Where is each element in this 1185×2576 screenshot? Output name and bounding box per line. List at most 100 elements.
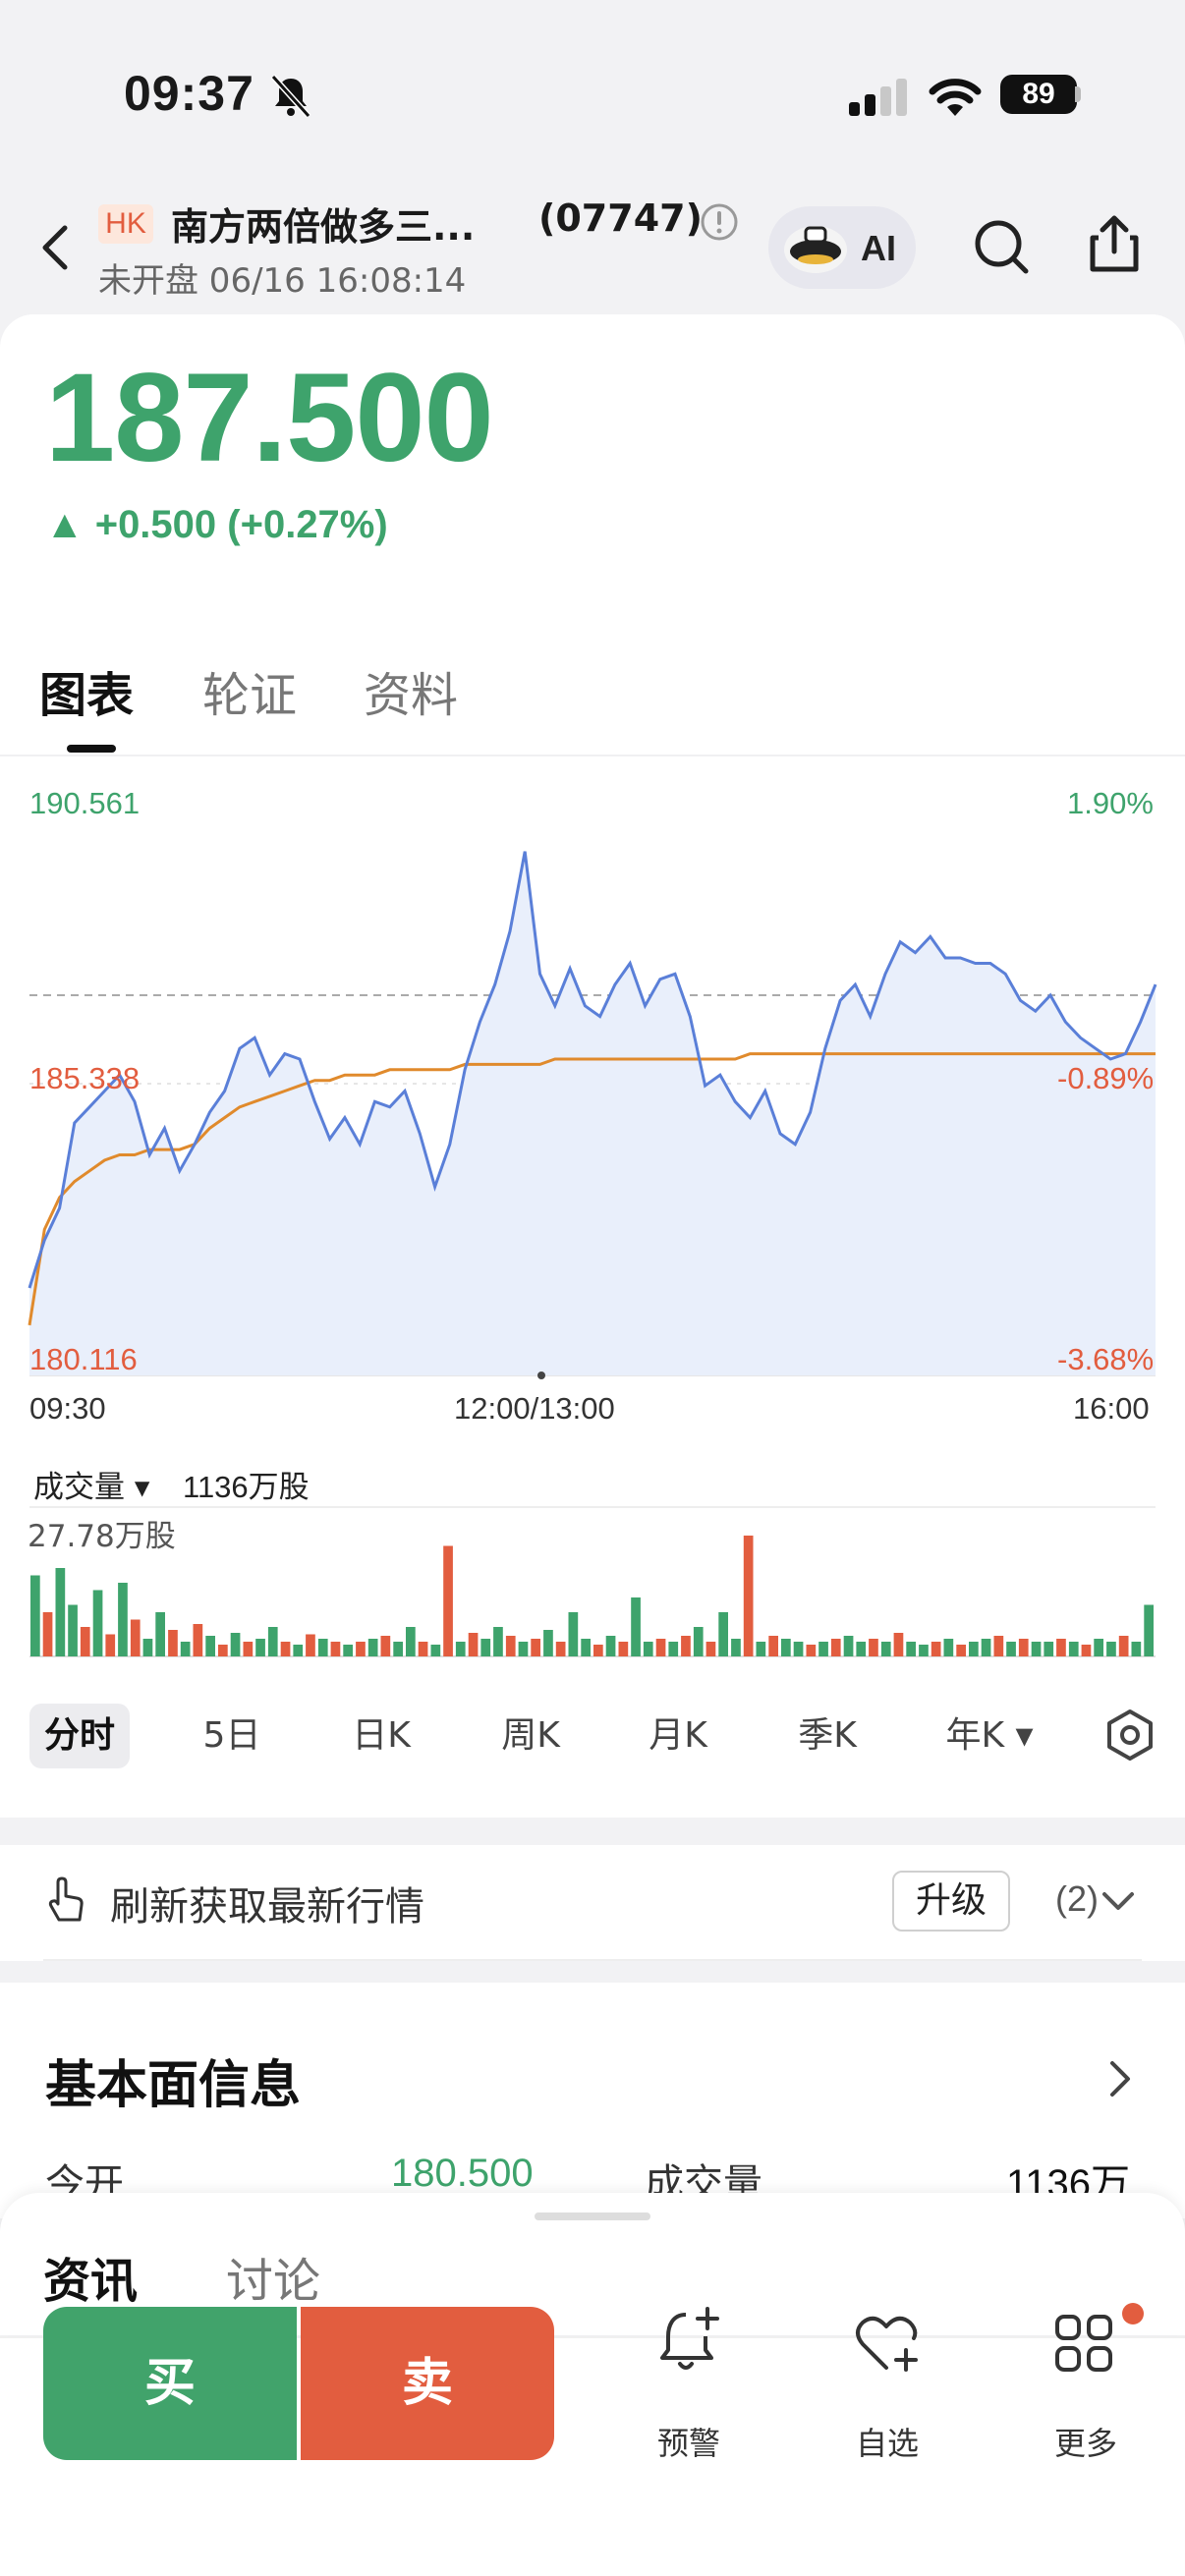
grid-more-icon [1055,2315,1112,2372]
volume-bar [243,1642,254,1656]
volume-bar [380,1636,391,1656]
volume-bar [55,1568,66,1656]
tab-chart[interactable]: 图表 [39,656,134,725]
period-5day[interactable]: 5日 [183,1704,281,1768]
volume-bar [880,1642,891,1656]
volume-bar [68,1604,78,1656]
volume-bar [1144,1604,1154,1656]
x-label-midday: 12:00/13:00 [454,1391,615,1426]
share-icon[interactable] [1085,212,1144,275]
volume-bar [818,1642,828,1656]
volume-bar [518,1642,529,1656]
stock-code: (07747) [538,196,703,240]
volume-bar [555,1642,566,1656]
volume-bar [693,1627,704,1656]
wifi-icon [929,79,982,116]
volume-bar [130,1619,141,1656]
volume-bar [643,1642,653,1656]
notice-count: (2) [1055,1878,1099,1919]
y-label-mid: 185.338 [29,1061,141,1095]
period-yearly[interactable]: 年K ▾ [928,1704,1051,1768]
volume-chart [29,1506,1156,1657]
volume-bar [1068,1642,1079,1656]
pct-label-mid: -0.89% [1057,1061,1155,1095]
tab-discussion[interactable]: 讨论 [226,2242,320,2311]
period-monthly[interactable]: 月K [629,1704,727,1768]
last-price: 187.500 [45,348,494,488]
volume-bar [581,1639,591,1656]
volume-max-label: 27.78万股 [28,1519,176,1554]
chevron-down-icon[interactable] [1100,1886,1136,1916]
battery-level: 89 [1000,75,1077,114]
volume-bar [919,1645,929,1656]
fundamentals-title[interactable]: 基本面信息 [45,2044,301,2117]
drag-handle[interactable] [535,2212,650,2220]
open-value: 180.500 [391,2152,534,2195]
price-change: ▲ +0.500 (+0.27%) [45,503,388,546]
volume-bar [931,1642,941,1656]
volume-bar [493,1627,503,1656]
tab-divider [0,755,1185,756]
volume-bar [568,1612,579,1656]
market-badge: HK [98,204,153,244]
buy-button[interactable]: 买 [43,2307,297,2460]
volume-bar [455,1642,466,1656]
volume-bar [906,1642,916,1656]
chart-settings-icon[interactable] [1102,1708,1157,1763]
volume-bar [668,1642,679,1656]
volume-bar [218,1645,228,1656]
volume-bar [969,1642,979,1656]
intraday-chart[interactable] [0,766,1185,1415]
volume-bar [531,1639,540,1656]
volume-selector[interactable]: 成交量 ▾ [33,1462,149,1506]
volume-bar [505,1636,516,1656]
volume-bar [42,1612,53,1656]
volume-bar [631,1597,641,1656]
volume-bar [406,1627,416,1656]
clock: 09:37 [124,66,254,121]
volume-bar [1056,1639,1066,1656]
volume-bar [205,1636,215,1656]
volume-bar [843,1636,854,1656]
period-weekly[interactable]: 周K [481,1704,580,1768]
volume-bar [306,1634,315,1656]
tab-warrants[interactable]: 轮证 [202,656,297,725]
ai-label: AI [861,228,896,268]
back-arrow-icon[interactable] [37,222,73,273]
volume-bar [793,1642,804,1656]
volume-bar [30,1575,40,1656]
period-quarterly[interactable]: 季K [778,1704,876,1768]
volume-bar [893,1633,904,1656]
y-label-top: 190.561 [29,786,141,820]
battery-tip [1075,86,1081,102]
volume-bar [367,1639,378,1656]
info-icon[interactable] [700,202,739,242]
tap-hand-icon [48,1876,84,1922]
volume-bar [1131,1642,1142,1656]
volume-bar [618,1642,629,1656]
volume-bar [856,1642,867,1656]
volume-bar [705,1642,716,1656]
volume-bar [230,1633,241,1656]
period-daily[interactable]: 日K [332,1704,430,1768]
volume-bar [1044,1642,1054,1656]
x-label-open: 09:30 [29,1391,106,1426]
volume-bar [480,1639,491,1656]
active-tab-indicator [67,745,116,753]
volume-bar [356,1642,366,1656]
volume-bar [1006,1642,1016,1656]
price-area [29,851,1156,1375]
tab-news[interactable]: 资讯 [43,2242,138,2311]
watchlist-button[interactable]: 自选 [823,2299,951,2462]
tab-profile[interactable]: 资料 [364,656,458,725]
volume-bar [430,1645,441,1656]
volume-bar [468,1633,479,1656]
alert-button[interactable]: 预警 [625,2299,753,2462]
upgrade-button[interactable]: 升级 [892,1871,1010,1932]
chevron-right-icon[interactable] [1104,2057,1134,2100]
period-intraday[interactable]: 分时 [29,1704,130,1768]
more-button[interactable]: 更多 [1022,2299,1150,2462]
search-icon[interactable] [973,218,1032,277]
sell-button[interactable]: 卖 [301,2307,554,2460]
notice-divider [43,1959,1142,1961]
